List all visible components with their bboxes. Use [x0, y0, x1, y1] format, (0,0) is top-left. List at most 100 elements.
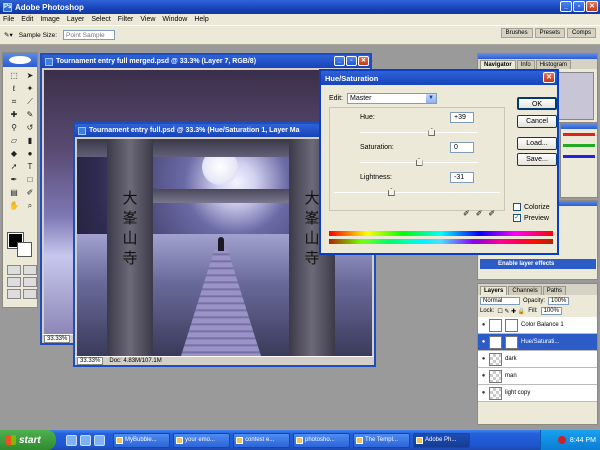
- opacity-input[interactable]: 100%: [548, 297, 570, 305]
- menu-file[interactable]: File: [3, 16, 14, 23]
- visibility-eye-icon[interactable]: ●: [478, 356, 489, 362]
- ie-icon[interactable]: [66, 434, 77, 446]
- task-button[interactable]: MyBubble...: [113, 432, 170, 448]
- screen-mode-full-icon[interactable]: [23, 277, 37, 287]
- menu-image[interactable]: Image: [40, 16, 59, 23]
- background-color[interactable]: [17, 242, 32, 257]
- tab-brushes[interactable]: Brushes: [500, 28, 533, 38]
- hue-input[interactable]: +39: [450, 112, 474, 123]
- visibility-eye-icon[interactable]: ●: [478, 322, 489, 328]
- lightness-slider-thumb[interactable]: [387, 188, 395, 196]
- eyedropper-tool-icon[interactable]: ✎▾: [4, 31, 13, 39]
- menu-edit[interactable]: Edit: [21, 16, 33, 23]
- tab-presets[interactable]: Presets: [534, 28, 565, 38]
- eraser-tool-icon[interactable]: ▱: [7, 135, 21, 146]
- green-slider[interactable]: [563, 144, 595, 147]
- marquee-tool-icon[interactable]: ⬚: [7, 70, 21, 81]
- tray-icon[interactable]: [557, 436, 566, 444]
- eyedropper-icon[interactable]: ✐: [463, 209, 470, 218]
- blend-mode-select[interactable]: Normal: [480, 297, 520, 305]
- visibility-eye-icon[interactable]: ●: [478, 339, 489, 345]
- eyedropper-minus-icon[interactable]: ✐: [488, 209, 495, 218]
- tab-paths[interactable]: Paths: [542, 286, 567, 295]
- lightness-input[interactable]: -31: [450, 172, 474, 183]
- slice-tool-icon[interactable]: ⟋: [23, 96, 37, 107]
- saturation-slider-thumb[interactable]: [415, 158, 423, 166]
- magic-wand-tool-icon[interactable]: ✦: [23, 83, 37, 94]
- cancel-button[interactable]: Cancel: [517, 115, 557, 128]
- tab-histogram[interactable]: Histogram: [535, 60, 572, 69]
- visibility-eye-icon[interactable]: ●: [478, 390, 489, 396]
- menu-view[interactable]: View: [140, 16, 155, 23]
- eyedropper-plus-icon[interactable]: ✐: [476, 209, 483, 218]
- fill-input[interactable]: 100%: [540, 307, 562, 315]
- move-tool-icon[interactable]: ➤: [23, 70, 37, 81]
- type-tool-icon[interactable]: T: [23, 161, 37, 172]
- minimize-button[interactable]: _: [560, 1, 572, 12]
- menu-select[interactable]: Select: [91, 16, 110, 23]
- document-titlebar[interactable]: Tournament entry full merged.psd @ 33.3%…: [42, 55, 370, 68]
- maximize-button[interactable]: ▫: [573, 1, 585, 12]
- media-player-icon[interactable]: [80, 434, 91, 446]
- task-button[interactable]: contest e...: [233, 432, 290, 448]
- start-button[interactable]: start: [0, 430, 56, 450]
- layer-row[interactable]: ● Color Balance 1: [478, 317, 597, 334]
- crop-tool-icon[interactable]: ⌗: [7, 96, 21, 107]
- quick-mask-icon[interactable]: [23, 265, 37, 275]
- red-slider[interactable]: [563, 133, 595, 136]
- enable-layer-effects[interactable]: Enable layer effects: [480, 259, 596, 269]
- color-swatches[interactable]: [7, 232, 34, 259]
- checkbox-box[interactable]: [513, 203, 521, 211]
- gradient-tool-icon[interactable]: ▮: [23, 135, 37, 146]
- tab-navigator[interactable]: Navigator: [480, 60, 516, 69]
- maximize-button[interactable]: ▫: [346, 56, 357, 66]
- layer-mask-thumbnail[interactable]: [505, 335, 518, 349]
- task-button[interactable]: The Templ...: [353, 432, 410, 448]
- tab-info[interactable]: Info: [516, 60, 535, 69]
- desktop-icon[interactable]: [94, 434, 105, 446]
- close-button[interactable]: ✕: [586, 1, 598, 12]
- tab-comps[interactable]: Comps: [566, 28, 596, 38]
- screen-mode-standard-icon[interactable]: [7, 277, 21, 287]
- path-selection-tool-icon[interactable]: ➚: [7, 161, 21, 172]
- menu-window[interactable]: Window: [162, 16, 187, 23]
- hue-slider-thumb[interactable]: [428, 128, 436, 136]
- zoom-level[interactable]: 33.33%: [77, 357, 104, 365]
- healing-brush-tool-icon[interactable]: ✚: [7, 109, 21, 120]
- pen-tool-icon[interactable]: ✒: [7, 174, 21, 185]
- chevron-down-icon[interactable]: ▼: [426, 94, 437, 103]
- dialog-titlebar[interactable]: Hue/Saturation ✕: [321, 71, 557, 85]
- menu-help[interactable]: Help: [194, 16, 208, 23]
- panel-header[interactable]: [561, 124, 597, 129]
- blue-slider[interactable]: [563, 155, 595, 158]
- standard-mode-icon[interactable]: [7, 265, 21, 275]
- history-brush-tool-icon[interactable]: ↺: [23, 122, 37, 133]
- layer-row[interactable]: ● light copy: [478, 385, 597, 402]
- zoom-tool-icon[interactable]: ⌕: [23, 200, 37, 211]
- layer-row-selected[interactable]: ● Hue/Saturati...: [478, 334, 597, 351]
- edit-channel-select[interactable]: Master ▼: [347, 93, 438, 104]
- screen-mode-fullscreen-icon[interactable]: [7, 289, 21, 299]
- eyedropper-icon[interactable]: ✐: [23, 187, 37, 198]
- task-button-active[interactable]: Adobe Ph...: [413, 432, 470, 448]
- hue-saturation-dialog[interactable]: Hue/Saturation ✕ Edit: Master ▼ Hue: +39…: [319, 69, 559, 255]
- blur-tool-icon[interactable]: ◆: [7, 148, 21, 159]
- lock-icons[interactable]: ☐ ✎ ✚ 🔒: [497, 308, 525, 315]
- zoom-level[interactable]: 33.33%: [44, 335, 71, 343]
- sample-size-select[interactable]: Point Sample: [63, 30, 116, 40]
- shape-tool-icon[interactable]: □: [23, 174, 37, 185]
- task-button[interactable]: your emo...: [173, 432, 230, 448]
- preview-checkbox[interactable]: ✓ Preview: [513, 214, 549, 222]
- notes-tool-icon[interactable]: ▤: [7, 187, 21, 198]
- load-button[interactable]: Load...: [517, 137, 557, 150]
- clone-stamp-tool-icon[interactable]: ⚲: [7, 122, 21, 133]
- close-button[interactable]: ✕: [358, 56, 369, 66]
- lightness-slider-track[interactable]: [334, 192, 500, 193]
- menu-filter[interactable]: Filter: [118, 16, 134, 23]
- visibility-eye-icon[interactable]: ●: [478, 373, 489, 379]
- layer-mask-thumbnail[interactable]: [505, 318, 518, 332]
- tab-channels[interactable]: Channels: [508, 286, 542, 295]
- jump-to-imageready-icon[interactable]: [23, 289, 37, 299]
- hand-tool-icon[interactable]: ✋: [7, 200, 21, 211]
- hue-slider-track[interactable]: [360, 132, 478, 133]
